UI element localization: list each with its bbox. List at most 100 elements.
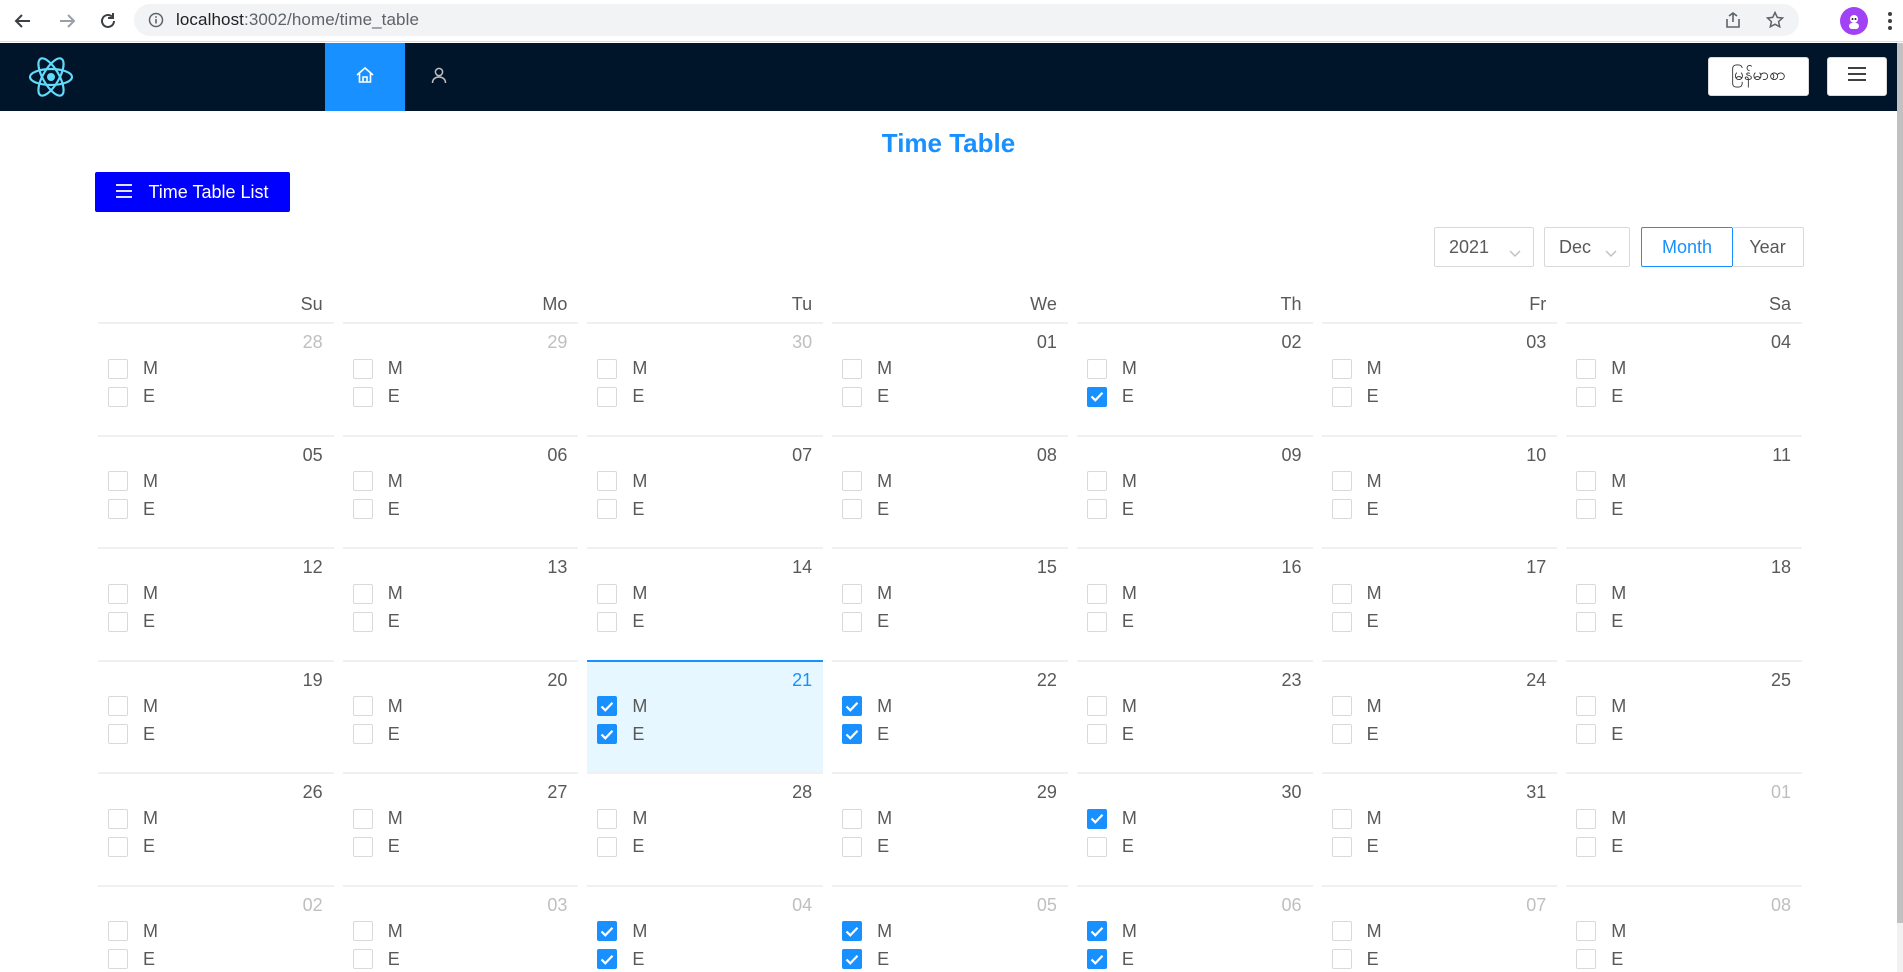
shift-m-row[interactable]: M (1331, 693, 1547, 720)
shift-m-row[interactable]: M (597, 355, 812, 382)
shift-e-row[interactable]: E (108, 946, 323, 972)
calendar-cell[interactable]: 01 M E (1566, 772, 1802, 885)
shift-m-checkbox[interactable] (1086, 808, 1107, 829)
shift-m-row[interactable]: M (1576, 805, 1791, 832)
shift-m-row[interactable]: M (597, 468, 812, 495)
shift-m-checkbox[interactable] (1576, 808, 1597, 829)
calendar-cell[interactable]: 22 M E (832, 659, 1068, 773)
shift-e-row[interactable]: E (1086, 608, 1302, 635)
shift-m-row[interactable]: M (352, 918, 568, 945)
calendar-cell-today[interactable]: 21 M E (587, 659, 824, 772)
shift-e-checkbox[interactable] (1576, 611, 1597, 632)
shift-e-row[interactable]: E (1576, 946, 1791, 972)
shift-m-row[interactable]: M (352, 580, 568, 607)
calendar-cell[interactable]: 11 M E (1566, 434, 1802, 548)
shift-e-row[interactable]: E (108, 608, 323, 635)
calendar-cell[interactable]: 07 M E (1321, 884, 1558, 972)
shift-e-row[interactable]: E (597, 721, 812, 748)
shift-e-checkbox[interactable] (842, 724, 863, 744)
shift-m-row[interactable]: M (597, 805, 812, 832)
language-button[interactable]: မြန်မာစာ (1708, 57, 1809, 96)
calendar-cell[interactable]: 03 M E (1321, 322, 1558, 435)
react-logo-icon[interactable] (28, 55, 74, 99)
shift-e-row[interactable]: E (842, 496, 1057, 523)
page-scrollbar[interactable] (1897, 43, 1903, 972)
shift-m-row[interactable]: M (108, 468, 323, 495)
shift-e-row[interactable]: E (1331, 721, 1547, 748)
calendar-cell[interactable]: 20 M E (342, 659, 579, 773)
shift-m-row[interactable]: M (1086, 355, 1302, 382)
shift-e-row[interactable]: E (108, 833, 323, 860)
month-select[interactable]: Dec (1544, 227, 1630, 267)
shift-m-row[interactable]: M (1576, 468, 1791, 495)
shift-e-row[interactable]: E (352, 383, 568, 410)
shift-e-row[interactable]: E (1086, 721, 1302, 748)
shift-m-row[interactable]: M (1331, 580, 1547, 607)
shift-m-row[interactable]: M (108, 355, 323, 382)
shift-e-checkbox[interactable] (352, 836, 373, 857)
shift-m-row[interactable]: M (352, 693, 568, 720)
shift-m-checkbox[interactable] (842, 696, 863, 716)
shift-e-checkbox[interactable] (1086, 724, 1107, 744)
shift-e-row[interactable]: E (1086, 946, 1302, 972)
shift-m-checkbox[interactable] (108, 696, 128, 716)
shift-e-checkbox[interactable] (1331, 836, 1352, 857)
shift-e-row[interactable]: E (1576, 496, 1791, 523)
shift-m-checkbox[interactable] (108, 583, 128, 604)
shift-e-checkbox[interactable] (352, 949, 373, 969)
shift-m-row[interactable]: M (842, 355, 1057, 382)
shift-m-row[interactable]: M (1086, 693, 1302, 720)
calendar-cell[interactable]: 23 M E (1076, 659, 1313, 773)
shift-e-row[interactable]: E (352, 608, 568, 635)
shift-e-row[interactable]: E (1331, 833, 1547, 860)
nav-user[interactable] (405, 43, 473, 111)
shift-e-row[interactable]: E (108, 496, 323, 523)
shift-e-checkbox[interactable] (842, 949, 863, 969)
calendar-cell[interactable]: 01 M E (832, 322, 1068, 435)
mode-year-button[interactable]: Year (1732, 227, 1804, 267)
shift-m-checkbox[interactable] (1086, 358, 1107, 379)
shift-e-row[interactable]: E (1086, 496, 1302, 523)
shift-m-checkbox[interactable] (352, 808, 373, 829)
shift-e-row[interactable]: E (1331, 383, 1547, 410)
calendar-cell[interactable]: 02 M E (1076, 322, 1313, 435)
shift-e-checkbox[interactable] (1331, 949, 1352, 969)
shift-e-checkbox[interactable] (108, 724, 128, 744)
shift-e-checkbox[interactable] (597, 386, 618, 407)
shift-e-row[interactable]: E (1576, 608, 1791, 635)
shift-m-checkbox[interactable] (842, 471, 863, 491)
calendar-cell[interactable]: 29 M E (342, 322, 579, 435)
shift-e-row[interactable]: E (597, 608, 812, 635)
shift-e-row[interactable]: E (1331, 946, 1547, 972)
shift-e-checkbox[interactable] (352, 724, 373, 744)
address-bar[interactable]: localhost:3002/home/time_table (134, 4, 1799, 36)
shift-m-checkbox[interactable] (1086, 696, 1107, 716)
shift-m-checkbox[interactable] (1331, 921, 1352, 941)
calendar-cell[interactable]: 18 M E (1566, 547, 1802, 660)
shift-m-checkbox[interactable] (352, 358, 373, 379)
menu-button[interactable] (1827, 57, 1887, 96)
shift-e-row[interactable]: E (352, 496, 568, 523)
calendar-cell[interactable]: 09 M E (1076, 434, 1313, 548)
shift-e-row[interactable]: E (352, 946, 568, 972)
shift-e-checkbox[interactable] (108, 836, 128, 857)
shift-e-checkbox[interactable] (352, 611, 373, 632)
shift-m-checkbox[interactable] (597, 808, 618, 829)
shift-e-checkbox[interactable] (108, 611, 128, 632)
year-select[interactable]: 2021 (1434, 227, 1534, 267)
shift-m-checkbox[interactable] (1331, 471, 1352, 491)
shift-m-checkbox[interactable] (108, 808, 128, 829)
shift-e-row[interactable]: E (597, 946, 812, 972)
shift-e-row[interactable]: E (108, 721, 323, 748)
calendar-cell[interactable]: 10 M E (1321, 434, 1558, 548)
shift-e-row[interactable]: E (1331, 496, 1547, 523)
shift-m-checkbox[interactable] (597, 921, 618, 941)
shift-e-checkbox[interactable] (1576, 949, 1597, 969)
share-icon[interactable] (1723, 10, 1743, 30)
shift-m-checkbox[interactable] (352, 583, 373, 604)
calendar-cell[interactable]: 30 M E (587, 322, 824, 435)
shift-e-row[interactable]: E (108, 383, 323, 410)
shift-m-row[interactable]: M (108, 805, 323, 832)
calendar-cell[interactable]: 28 M E (98, 322, 334, 435)
shift-e-checkbox[interactable] (1576, 836, 1597, 857)
